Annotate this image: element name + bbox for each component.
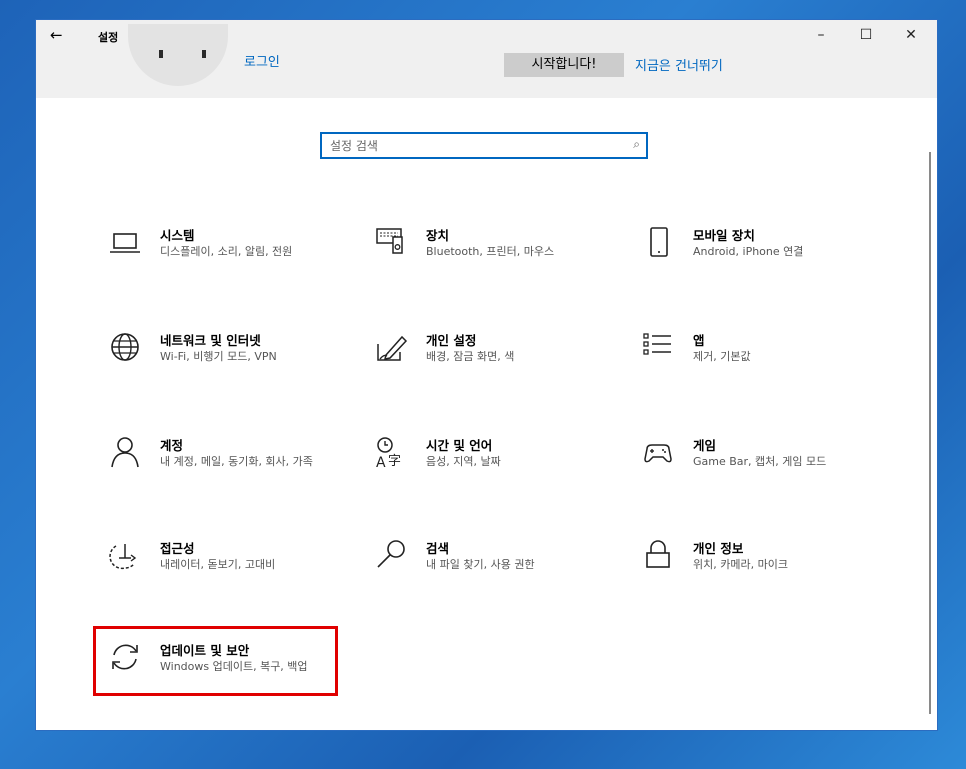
tile-search[interactable]: 검색 내 파일 찾기, 사용 권한 <box>374 538 604 598</box>
tile-privacy[interactable]: 개인 정보 위치, 카메라, 마이크 <box>641 538 871 598</box>
close-button[interactable]: ✕ <box>896 27 926 49</box>
login-link[interactable]: 로그인 <box>244 51 280 70</box>
tile-title: 접근성 <box>160 541 195 556</box>
tile-title: 개인 정보 <box>693 541 744 556</box>
highlight-box <box>93 626 338 696</box>
tile-mobile[interactable]: 모바일 장치 Android, iPhone 연결 <box>641 225 871 285</box>
tile-subtitle: 제거, 기본값 <box>693 350 751 363</box>
tile-system[interactable]: 시스템 디스플레이, 소리, 알림, 전원 <box>108 225 338 285</box>
search-field-icon[interactable]: ⌕ <box>633 137 640 152</box>
title-bar: ← 설정 로그인 시작합니다! 지금은 건너뛰기 – ☐ ✕ <box>36 20 937 98</box>
avatar <box>128 24 228 86</box>
tile-subtitle: 내 계정, 메일, 동기화, 회사, 가족 <box>160 455 313 468</box>
svg-text:字: 字 <box>388 454 401 469</box>
tile-title: 개인 설정 <box>426 333 477 348</box>
tile-title: 계정 <box>160 438 184 453</box>
maximize-button[interactable]: ☐ <box>851 27 881 49</box>
tile-gaming[interactable]: 게임 Game Bar, 캡처, 게임 모드 <box>641 435 871 495</box>
tile-title: 네트워크 및 인터넷 <box>160 333 261 348</box>
tile-network[interactable]: 네트워크 및 인터넷 Wi-Fi, 비행기 모드, VPN <box>108 330 338 390</box>
tile-title: 시간 및 언어 <box>426 438 493 453</box>
tile-personalization[interactable]: 개인 설정 배경, 잠금 화면, 색 <box>374 330 604 390</box>
tile-subtitle: 디스플레이, 소리, 알림, 전원 <box>160 245 293 258</box>
apps-list-icon <box>641 330 677 366</box>
back-button[interactable]: ← <box>50 26 74 46</box>
time-language-icon: A字 <box>374 435 410 471</box>
tile-subtitle: 내레이터, 돋보기, 고대비 <box>160 558 276 571</box>
tile-title: 시스템 <box>160 228 195 243</box>
tile-accessibility[interactable]: 접근성 내레이터, 돋보기, 고대비 <box>108 538 338 598</box>
skip-link[interactable]: 지금은 건너뛰기 <box>635 55 723 74</box>
tile-title: 게임 <box>693 438 717 453</box>
pen-icon <box>374 330 410 366</box>
tile-subtitle: 내 파일 찾기, 사용 권한 <box>426 558 535 571</box>
tile-accounts[interactable]: 계정 내 계정, 메일, 동기화, 회사, 가족 <box>108 435 338 495</box>
tile-subtitle: Game Bar, 캡처, 게임 모드 <box>693 455 827 468</box>
scrollbar[interactable] <box>929 152 931 714</box>
lock-icon <box>641 538 677 574</box>
phone-icon <box>641 225 677 261</box>
minimize-button[interactable]: – <box>806 27 836 49</box>
person-icon <box>108 435 144 471</box>
start-button[interactable]: 시작합니다! <box>504 53 624 77</box>
tile-time-language[interactable]: A字 시간 및 언어 음성, 지역, 날짜 <box>374 435 604 495</box>
keyboard-icon <box>374 225 410 261</box>
search-icon <box>374 538 410 574</box>
window-title: 설정 <box>98 31 119 44</box>
accessibility-icon <box>108 538 144 574</box>
search-box[interactable]: ⌕ <box>320 132 648 159</box>
tile-subtitle: 위치, 카메라, 마이크 <box>693 558 788 571</box>
settings-window: ← 설정 로그인 시작합니다! 지금은 건너뛰기 – ☐ ✕ ⌕ 시스템 디스플… <box>36 20 937 730</box>
search-input[interactable] <box>330 137 620 155</box>
gamepad-icon <box>641 435 677 471</box>
tile-title: 검색 <box>426 541 450 556</box>
laptop-icon <box>108 225 144 261</box>
tile-title: 장치 <box>426 228 450 243</box>
tile-devices[interactable]: 장치 Bluetooth, 프린터, 마우스 <box>374 225 604 285</box>
tile-apps[interactable]: 앱 제거, 기본값 <box>641 330 871 390</box>
svg-text:A: A <box>376 455 386 471</box>
tile-subtitle: Wi-Fi, 비행기 모드, VPN <box>160 350 277 363</box>
tile-subtitle: Bluetooth, 프린터, 마우스 <box>426 245 555 258</box>
tile-title: 모바일 장치 <box>693 228 755 243</box>
globe-icon <box>108 330 144 366</box>
tile-title: 앱 <box>693 333 705 348</box>
tile-subtitle: 배경, 잠금 화면, 색 <box>426 350 515 363</box>
tile-subtitle: 음성, 지역, 날짜 <box>426 455 501 468</box>
tile-subtitle: Android, iPhone 연결 <box>693 245 804 258</box>
